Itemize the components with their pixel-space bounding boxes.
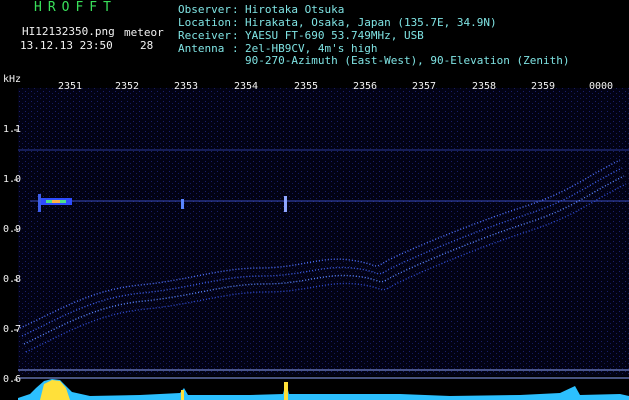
filename: HI12132350.png bbox=[22, 25, 115, 38]
x-tick-label: 2355 bbox=[293, 81, 319, 92]
x-tick-label: 2354 bbox=[233, 81, 259, 92]
x-tick-label: 2356 bbox=[352, 81, 378, 92]
y-tick-label: 0.7 bbox=[3, 324, 22, 335]
y-tick-label: 1.0 bbox=[3, 174, 22, 185]
signal-strength-bar bbox=[18, 379, 629, 400]
y-tick-label: 1.1 bbox=[3, 124, 22, 135]
meteor-count: 28 bbox=[140, 39, 154, 52]
x-tick-label: 2352 bbox=[114, 81, 140, 92]
meteor-echo bbox=[284, 196, 287, 212]
x-tick-label: 0000 bbox=[588, 81, 614, 92]
y-axis-unit: kHz bbox=[3, 74, 22, 85]
x-tick-label: 2359 bbox=[530, 81, 556, 92]
x-tick-label: 2353 bbox=[173, 81, 199, 92]
y-tick-label: 0.8 bbox=[3, 274, 22, 285]
y-tick-label: 0.9 bbox=[3, 224, 22, 235]
x-tick-label: 2358 bbox=[471, 81, 497, 92]
x-tick-label: 2357 bbox=[411, 81, 437, 92]
y-axis-ticks bbox=[14, 129, 18, 381]
app-title: HROFFT bbox=[34, 0, 117, 15]
datetime: 13.12.13 23:50 bbox=[20, 39, 113, 52]
meteor-label: meteor bbox=[124, 26, 164, 39]
spectrogram-background bbox=[18, 88, 629, 376]
y-tick-label: 0.6 bbox=[3, 374, 22, 385]
x-tick-label: 2351 bbox=[57, 81, 83, 92]
meteor-echo bbox=[181, 199, 184, 209]
